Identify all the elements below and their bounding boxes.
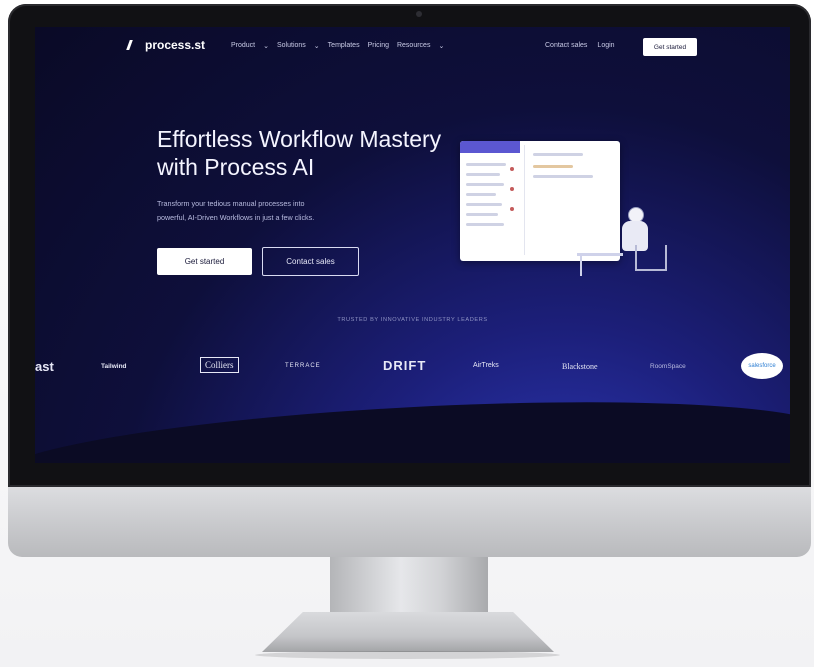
nav-item-templates[interactable]: Templates <box>328 42 360 50</box>
desk-leg <box>580 256 582 276</box>
logo-colliers: Colliers <box>200 357 239 373</box>
chevron-down-icon: ⌄ <box>313 43 320 50</box>
logo-blackstone: Blackstone <box>562 362 598 371</box>
login-link[interactable]: Login <box>597 42 614 49</box>
webcam-icon <box>416 11 422 17</box>
person-illustration <box>613 205 667 275</box>
status-dot-icon <box>510 167 514 171</box>
nav-get-started-button[interactable]: Get started <box>643 38 697 56</box>
website-screen: process.st Product ⌄ Solutions ⌄ Templates… <box>35 27 790 463</box>
preview-row <box>533 165 573 168</box>
logo-ast: ast <box>35 359 54 374</box>
app-preview-image <box>460 141 620 261</box>
subtext-line-2: powerful, AI-Driven Workflows in just a … <box>157 213 315 222</box>
status-dot-icon <box>510 207 514 211</box>
logo-icon <box>126 40 143 50</box>
preview-row <box>533 153 583 156</box>
preview-row <box>533 175 593 178</box>
logo-airtreks: AirTreks <box>473 362 499 369</box>
preview-row <box>466 183 504 186</box>
preview-row <box>466 203 502 206</box>
nav-links: Product ⌄ Solutions ⌄ Templates Pricing Re… <box>231 42 444 50</box>
hero-subtext: Transform your tedious manual processes … <box>157 197 417 225</box>
brand-logo[interactable]: process.st <box>126 38 206 52</box>
preview-row <box>466 163 506 166</box>
preview-row <box>466 223 504 226</box>
chevron-down-icon: ⌄ <box>438 43 445 50</box>
nav-right: Contact sales Login <box>545 42 615 49</box>
background-swoosh <box>35 385 790 463</box>
customer-logos: ast Tailwind Colliers TERRACE DRIFT AirT… <box>35 353 790 383</box>
nav-item-solutions[interactable]: Solutions <box>277 42 306 50</box>
nav-item-product[interactable]: Product <box>231 42 255 50</box>
logo-terrace: TERRACE <box>285 363 321 369</box>
monitor-stand-neck <box>330 557 488 617</box>
preview-row <box>466 173 500 176</box>
headline-line-1: Effortless Workflow Mastery <box>157 126 442 152</box>
monitor-chin <box>8 487 811 557</box>
preview-header <box>460 141 520 153</box>
logo-roomspace: RoomSpace <box>650 363 686 370</box>
get-started-button[interactable]: Get started <box>157 248 252 275</box>
headline-line-2: with Process AI <box>157 154 315 180</box>
monitor-stand-foot <box>262 612 554 652</box>
preview-detail-panel <box>524 145 617 255</box>
contact-sales-button[interactable]: Contact sales <box>262 247 359 276</box>
top-nav: process.st Product ⌄ Solutions ⌄ Templates… <box>35 27 790 67</box>
nav-item-pricing[interactable]: Pricing <box>368 42 389 50</box>
subtext-line-1: Transform your tedious manual processes … <box>157 199 305 208</box>
chair-illustration <box>635 245 667 271</box>
logo-salesforce: salesforce <box>741 353 783 379</box>
trusted-label: TRUSTED BY INNOVATIVE INDUSTRY LEADERS <box>337 317 488 323</box>
logo-tailwind: Tailwind <box>101 363 127 370</box>
preview-row <box>466 193 496 196</box>
chevron-down-icon: ⌄ <box>263 43 269 50</box>
preview-row <box>466 213 498 216</box>
logo-drift: DRIFT <box>383 358 427 373</box>
status-dot-icon <box>510 187 514 191</box>
nav-item-resources[interactable]: Resources <box>397 42 430 50</box>
hero-headline: Effortless Workflow Mastery with Process… <box>157 125 477 181</box>
contact-sales-link[interactable]: Contact sales <box>545 42 587 49</box>
logo-text: process.st <box>145 38 206 52</box>
stand-shadow <box>255 651 560 659</box>
